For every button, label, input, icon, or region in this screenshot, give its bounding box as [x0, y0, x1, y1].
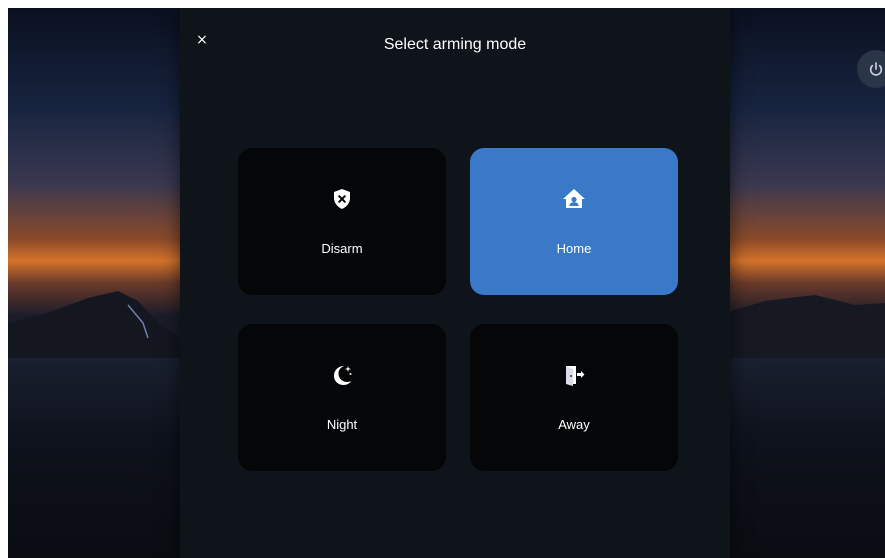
home-label: Home [556, 241, 592, 256]
away-label: Away [558, 417, 590, 432]
screen: × Select arming mode Disarm Home Night A… [8, 8, 885, 558]
disarm-button[interactable]: Disarm [238, 148, 446, 295]
dialog-title: Select arming mode [383, 36, 527, 53]
home-shield-icon [563, 189, 585, 208]
moon-icon [334, 366, 352, 385]
shield-off-icon [334, 189, 350, 209]
home-button[interactable]: Home [470, 148, 678, 295]
mode-grid: Disarm Home Night Away [238, 148, 683, 478]
power-button[interactable] [857, 50, 885, 88]
night-label: Night [326, 417, 358, 432]
mountain-right [725, 295, 885, 363]
arming-mode-dialog: × Select arming mode Disarm Home Night A… [180, 8, 730, 558]
power-icon [869, 62, 883, 76]
away-button[interactable]: Away [470, 324, 678, 471]
exit-door-icon [566, 366, 585, 386]
night-button[interactable]: Night [238, 324, 446, 471]
disarm-label: Disarm [321, 241, 363, 256]
